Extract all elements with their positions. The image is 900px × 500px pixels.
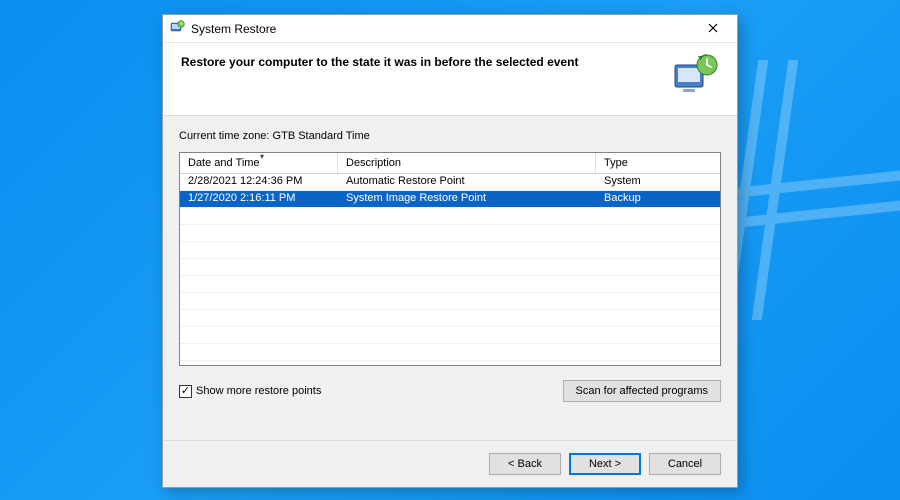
cell-date-time [180,310,338,326]
cell-type: System [596,174,720,190]
system-restore-icon [169,19,185,38]
cell-description [338,276,596,292]
show-more-checkbox[interactable]: ✓ Show more restore points [179,385,321,398]
window-title: System Restore [191,22,697,36]
cell-date-time: 1/27/2020 2:16:11 PM [180,191,338,207]
column-header-label: Date and Time [188,157,260,169]
table-row [180,242,720,259]
cell-date-time [180,276,338,292]
cell-type [596,344,720,360]
column-header-type[interactable]: Type [596,153,720,173]
close-button[interactable] [697,18,729,40]
table-row [180,344,720,361]
cell-description: System Image Restore Point [338,191,596,207]
cell-date-time [180,344,338,360]
cell-description [338,310,596,326]
cell-type [596,208,720,224]
cell-date-time: 2/28/2021 12:24:36 PM [180,174,338,190]
table-row [180,310,720,327]
cell-description [338,225,596,241]
table-row[interactable]: 2/28/2021 12:24:36 PMAutomatic Restore P… [180,174,720,191]
column-header-description[interactable]: Description [338,153,596,173]
page-title: Restore your computer to the state it wa… [181,55,659,69]
cell-date-time [180,242,338,258]
checkbox-icon: ✓ [179,385,192,398]
close-icon [708,20,718,37]
wizard-header: Restore your computer to the state it wa… [163,43,737,116]
table-row [180,259,720,276]
checkbox-label: Show more restore points [196,385,321,397]
scan-affected-button[interactable]: Scan for affected programs [563,380,721,402]
cell-description [338,242,596,258]
table-row [180,327,720,344]
cell-date-time [180,293,338,309]
cell-type [596,293,720,309]
cell-date-time [180,225,338,241]
cell-type: Backup [596,191,720,207]
cell-description [338,327,596,343]
column-header-date-time[interactable]: Date and Time ▾ [180,153,338,173]
cell-type [596,259,720,275]
timezone-label: Current time zone: GTB Standard Time [179,130,721,142]
table-controls: ✓ Show more restore points Scan for affe… [179,380,721,402]
table-row [180,276,720,293]
cell-type [596,310,720,326]
restore-hero-icon [671,53,719,97]
cell-description [338,259,596,275]
titlebar: System Restore [163,15,737,43]
cell-description: Automatic Restore Point [338,174,596,190]
table-body: 2/28/2021 12:24:36 PMAutomatic Restore P… [180,174,720,365]
table-row [180,208,720,225]
cell-type [596,242,720,258]
system-restore-dialog: System Restore Restore your computer to … [162,14,738,488]
table-row [180,225,720,242]
restore-points-table: Date and Time ▾ Description Type 2/28/20… [179,152,721,366]
cell-date-time [180,327,338,343]
cell-date-time [180,259,338,275]
cell-type [596,225,720,241]
table-row[interactable]: 1/27/2020 2:16:11 PMSystem Image Restore… [180,191,720,208]
wizard-body: Current time zone: GTB Standard Time Dat… [163,116,737,440]
next-button[interactable]: Next > [569,453,641,475]
cell-description [338,208,596,224]
table-header: Date and Time ▾ Description Type [180,153,720,174]
cancel-button[interactable]: Cancel [649,453,721,475]
cell-type [596,276,720,292]
back-button[interactable]: < Back [489,453,561,475]
wizard-footer: < Back Next > Cancel [163,440,737,487]
cell-date-time [180,208,338,224]
cell-type [596,327,720,343]
sort-descending-icon: ▾ [260,152,264,161]
table-row [180,293,720,310]
cell-description [338,293,596,309]
cell-description [338,344,596,360]
